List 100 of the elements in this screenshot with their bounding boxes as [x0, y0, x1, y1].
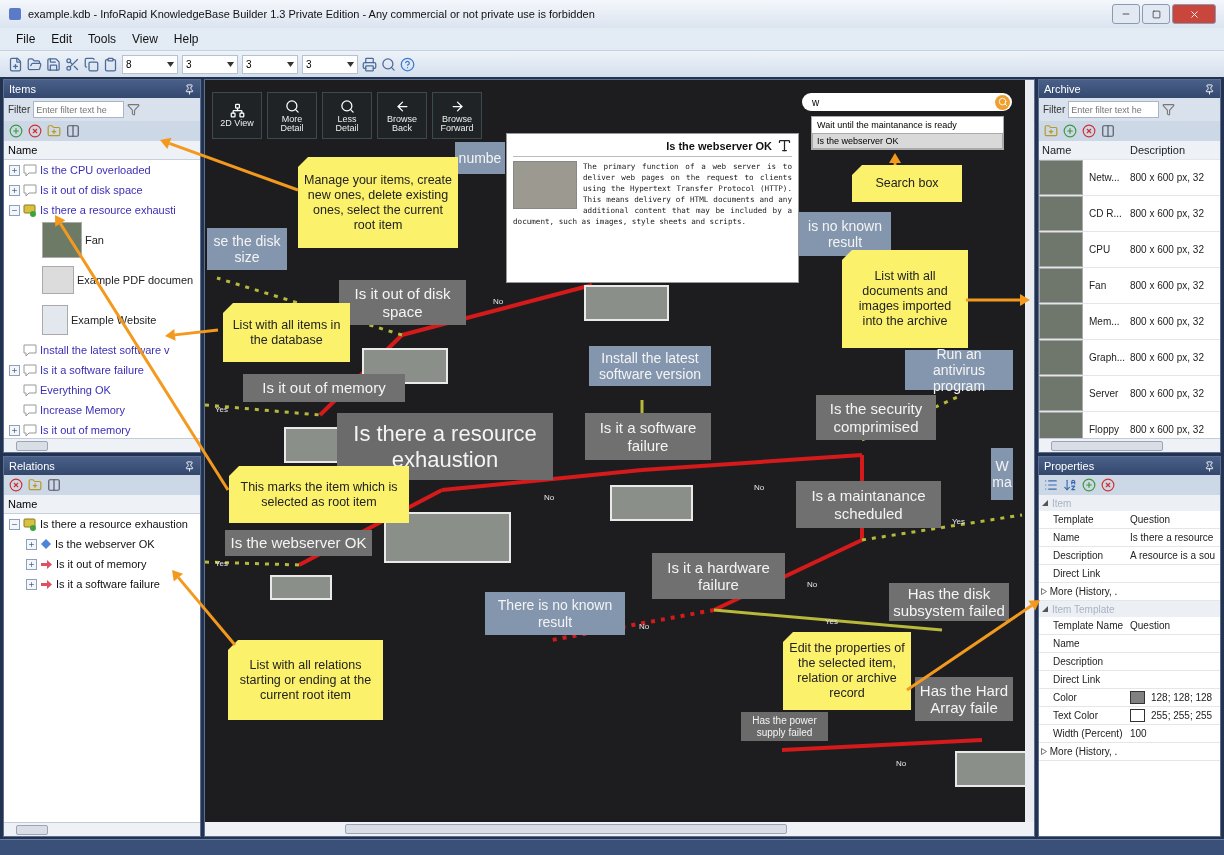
scrollbar-thumb[interactable]: [16, 440, 48, 451]
add-icon[interactable]: [1063, 124, 1077, 138]
expander-icon[interactable]: [9, 424, 20, 436]
delete-icon[interactable]: [28, 124, 42, 138]
archive-row[interactable]: Graph... 800 x 600 px, 32: [1039, 340, 1220, 376]
property-row[interactable]: Description A resource is a sou: [1039, 547, 1220, 565]
save-icon[interactable]: [46, 56, 61, 72]
archive-row[interactable]: CD R... 800 x 600 px, 32: [1039, 196, 1220, 232]
menu-item[interactable]: View: [126, 30, 164, 48]
canvas-toolbar-button[interactable]: Browse Forward: [432, 92, 482, 139]
archive-row[interactable]: Mem... 800 x 600 px, 32: [1039, 304, 1220, 340]
archive-row[interactable]: CPU 800 x 600 px, 32: [1039, 232, 1220, 268]
graph-node[interactable]: Is it out of disk space: [339, 280, 466, 325]
scrollbar[interactable]: [205, 822, 1034, 836]
menu-item[interactable]: Tools: [82, 30, 123, 48]
filter-field[interactable]: Enter filter text he: [33, 101, 125, 118]
search-icon[interactable]: [995, 94, 1010, 110]
canvas-toolbar-button[interactable]: Browse Back: [377, 92, 427, 139]
columns-icon[interactable]: [66, 124, 80, 138]
menu-item[interactable]: Help: [167, 30, 205, 48]
archive-row[interactable]: Netw... 800 x 600 px, 32: [1039, 160, 1220, 196]
tree-item[interactable]: Increase Memory: [4, 400, 200, 420]
add-icon[interactable]: [9, 124, 23, 138]
folder-icon[interactable]: [47, 124, 61, 138]
property-row[interactable]: Color 128; 128; 128: [1039, 689, 1220, 707]
sort-icon[interactable]: [1063, 478, 1077, 492]
columns-icon[interactable]: [47, 478, 61, 492]
tree-item[interactable]: Is it a software failure: [4, 360, 200, 380]
property-row[interactable]: Description: [1039, 653, 1220, 671]
delete-icon[interactable]: [1082, 124, 1096, 138]
copy-icon[interactable]: [84, 56, 99, 72]
delete-icon[interactable]: [9, 478, 23, 492]
spin-arrows-icon[interactable]: [227, 61, 234, 67]
expander-icon[interactable]: [26, 578, 37, 590]
spin-arrows-icon[interactable]: [347, 61, 354, 67]
menu-item[interactable]: File: [10, 30, 42, 48]
menu-item[interactable]: Edit: [45, 30, 79, 48]
property-row[interactable]: Template Question: [1039, 511, 1220, 529]
scrollbar[interactable]: [1025, 80, 1034, 822]
expander-icon[interactable]: [9, 184, 20, 196]
tree-item[interactable]: Is it out of memory: [4, 420, 200, 438]
tree-item[interactable]: Is it out of disk space: [4, 180, 200, 200]
property-row[interactable]: Name: [1039, 635, 1220, 653]
expander-icon[interactable]: [9, 364, 20, 376]
spin-field[interactable]: 3: [182, 54, 238, 74]
expander-icon[interactable]: [9, 518, 20, 530]
property-row[interactable]: Text Color 255; 255; 255: [1039, 707, 1220, 725]
graph-node[interactable]: Is a maintanance scheduled: [796, 481, 941, 528]
pin-icon[interactable]: [1204, 460, 1215, 472]
filter-field[interactable]: Enter filter text he: [1068, 101, 1160, 118]
minimize-button[interactable]: [1112, 4, 1140, 24]
folder-icon[interactable]: [27, 56, 42, 72]
cut-icon[interactable]: [65, 56, 80, 72]
folder-icon[interactable]: [28, 478, 42, 492]
property-row[interactable]: Direct Link: [1039, 565, 1220, 583]
expander-icon[interactable]: [26, 558, 37, 570]
column-header[interactable]: Name: [1039, 144, 1127, 156]
tree-item[interactable]: Is there a resource exhausti: [4, 200, 200, 220]
columns-icon[interactable]: [1101, 124, 1115, 138]
new-file-icon[interactable]: [8, 56, 23, 72]
graph-node[interactable]: Is it a software failure: [585, 413, 711, 460]
property-row[interactable]: Template Name Question: [1039, 617, 1220, 635]
property-row[interactable]: Direct Link: [1039, 671, 1220, 689]
tree-item[interactable]: Is the webserver OK: [4, 534, 200, 554]
graph-node[interactable]: Is the security comprimised: [816, 395, 936, 440]
pin-icon[interactable]: [1204, 83, 1215, 95]
archive-row[interactable]: Server 800 x 600 px, 32: [1039, 376, 1220, 412]
column-header[interactable]: Name: [8, 144, 38, 156]
expander-icon[interactable]: [9, 164, 20, 176]
canvas-toolbar-button[interactable]: More Detail: [267, 92, 317, 139]
expand-triangle-icon[interactable]: [1041, 748, 1047, 755]
paste-icon[interactable]: [103, 56, 118, 72]
expand-triangle-icon[interactable]: [1041, 588, 1047, 595]
spin-arrows-icon[interactable]: [287, 61, 294, 67]
filter-icon[interactable]: [1162, 103, 1176, 116]
spin-field[interactable]: 8: [122, 54, 178, 74]
tree-item[interactable]: Is it a software failure: [4, 574, 200, 594]
column-header[interactable]: Description: [1127, 144, 1220, 156]
list-icon[interactable]: [1044, 478, 1058, 492]
collapse-triangle-icon[interactable]: [1042, 500, 1048, 506]
spin-field[interactable]: 3: [302, 54, 358, 74]
graph-node[interactable]: Is it a hardware failure: [652, 553, 785, 599]
add-icon[interactable]: [1082, 478, 1096, 492]
folder-icon[interactable]: [1044, 124, 1058, 138]
tree-item[interactable]: Is the CPU overloaded: [4, 160, 200, 180]
collapse-triangle-icon[interactable]: [1042, 606, 1048, 612]
property-row[interactable]: Width (Percent) 100: [1039, 725, 1220, 743]
maximize-button[interactable]: [1142, 4, 1170, 24]
spin-field[interactable]: 3: [242, 54, 298, 74]
tree-item[interactable]: Fan: [4, 220, 200, 260]
column-header[interactable]: Name: [8, 498, 38, 510]
suggestion-item[interactable]: Is the webserver OK: [812, 133, 1003, 149]
printer-icon[interactable]: [362, 56, 377, 72]
spin-arrows-icon[interactable]: [167, 61, 174, 67]
expander-icon[interactable]: [9, 204, 20, 216]
pin-icon[interactable]: [184, 83, 195, 95]
graph-node[interactable]: Is the webserver OK: [225, 530, 372, 556]
property-row[interactable]: Name Is there a resource: [1039, 529, 1220, 547]
expander-icon[interactable]: [26, 538, 37, 550]
tree-item[interactable]: Is there a resource exhaustion: [4, 514, 200, 534]
